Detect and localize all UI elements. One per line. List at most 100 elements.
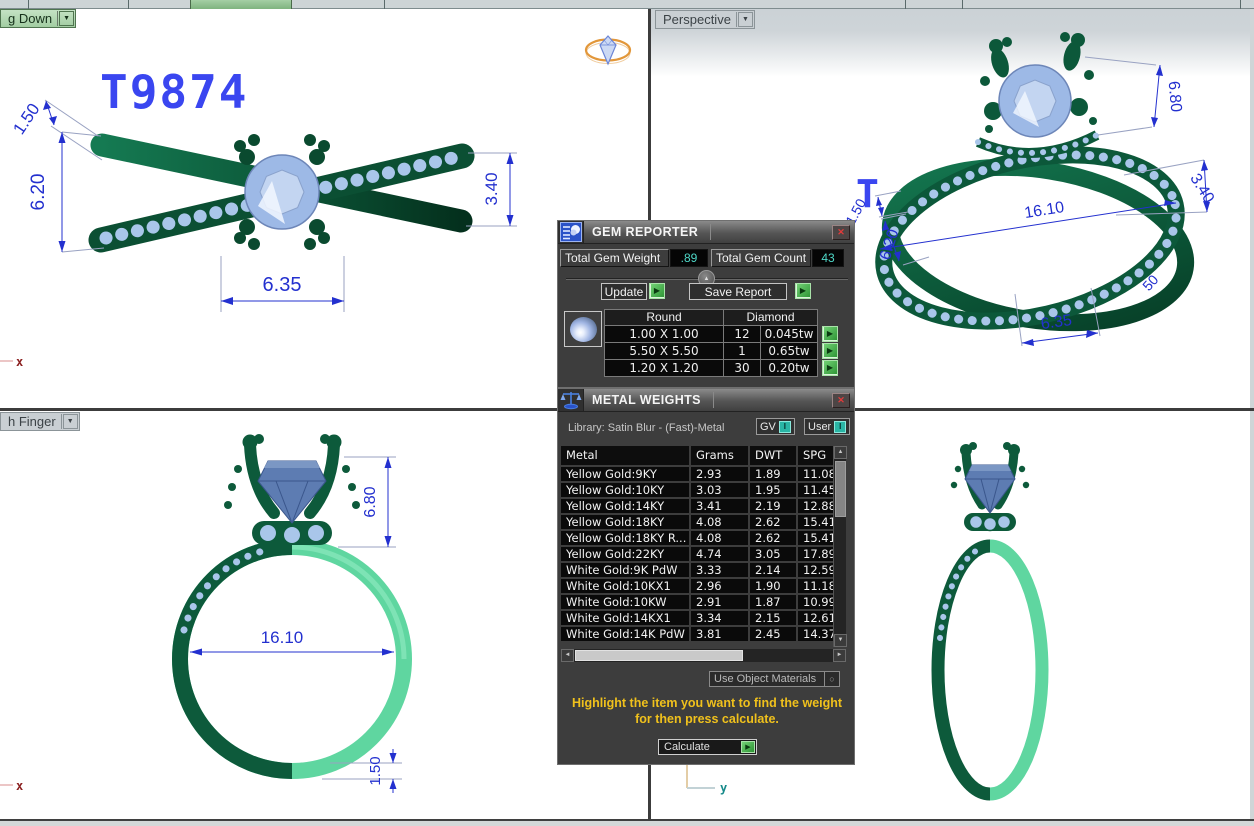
metal-table[interactable]: Metal Grams DWT SPG Yellow Gold:9KY2.931… bbox=[561, 446, 846, 647]
save-report-button[interactable]: Save Report bbox=[689, 283, 787, 300]
metal-row[interactable]: Yellow Gold:14KY3.412.1912.88 bbox=[561, 499, 846, 513]
gem-row-go-icon[interactable]: ▶ bbox=[822, 343, 838, 359]
gem-reporter-header[interactable]: GEM REPORTER ✕ bbox=[558, 221, 854, 244]
axis-indicator: y bbox=[687, 765, 727, 795]
gem-count[interactable]: 1 bbox=[724, 343, 760, 359]
caption-label: g Down bbox=[8, 11, 57, 26]
metal-weights-icon bbox=[558, 389, 584, 411]
ring-front-view bbox=[938, 442, 1042, 794]
metal-row[interactable]: Yellow Gold:18KY R...4.082.6215.41 bbox=[561, 531, 846, 545]
chevron-down-icon[interactable]: ▼ bbox=[63, 414, 78, 429]
scroll-up-icon[interactable]: ▲ bbox=[834, 446, 847, 459]
calculate-button[interactable]: Calculate ▶ bbox=[658, 739, 757, 755]
user-label: User bbox=[808, 421, 831, 433]
total-gem-count-value: 43 bbox=[812, 249, 844, 267]
ring-logo-icon bbox=[586, 36, 630, 64]
update-button[interactable]: Update bbox=[601, 283, 647, 300]
gem-size[interactable]: 1.00 X 1.00 bbox=[605, 326, 723, 342]
update-go-icon[interactable]: ▶ bbox=[649, 283, 665, 299]
ring-top-view bbox=[101, 134, 462, 250]
metal-weights-header[interactable]: METAL WEIGHTS ✕ bbox=[558, 389, 854, 412]
axis-indicator: x bbox=[0, 779, 23, 793]
top-toolbar-strip bbox=[0, 0, 1254, 9]
close-icon[interactable]: ✕ bbox=[832, 225, 850, 240]
library-label: Library: Satin Blur - (Fast)-Metal bbox=[568, 422, 724, 434]
gem-size[interactable]: 1.20 X 1.20 bbox=[605, 360, 723, 376]
use-object-materials-dropdown[interactable]: Use Object Materials ○ bbox=[709, 671, 840, 687]
dim-thickness: 1.50 bbox=[9, 100, 43, 138]
close-icon[interactable]: ✕ bbox=[832, 393, 850, 408]
use-object-materials-label: Use Object Materials bbox=[710, 673, 824, 685]
user-button[interactable]: User I bbox=[804, 418, 850, 435]
viewport-looking-down-canvas[interactable]: T9874 1.50 6.20 3.40 6.35 bbox=[0, 9, 648, 408]
scroll-down-icon[interactable]: ▼ bbox=[834, 634, 847, 647]
dim-center-width: 6.35 bbox=[263, 274, 302, 296]
dim-diameter: 16.10 bbox=[1023, 199, 1065, 222]
x-axis-label: x bbox=[16, 779, 23, 793]
gem-weight[interactable]: 0.20tw bbox=[761, 360, 817, 376]
dim-right-width: 3.40 bbox=[482, 172, 501, 205]
gem-weight[interactable]: 0.045tw bbox=[761, 326, 817, 342]
collapse-up-icon: ▲ bbox=[704, 276, 710, 282]
chevron-down-icon[interactable]: ▼ bbox=[738, 12, 753, 27]
dim-diameter: 16.10 bbox=[261, 628, 304, 647]
calculate-label: Calculate bbox=[659, 741, 741, 753]
gv-label: GV bbox=[760, 421, 776, 433]
save-report-go-icon[interactable]: ▶ bbox=[795, 283, 811, 299]
metal-row[interactable]: Yellow Gold:22KY4.743.0517.89 bbox=[561, 547, 846, 561]
active-tab-fragment[interactable] bbox=[190, 0, 292, 9]
radio-icon[interactable]: ○ bbox=[824, 672, 839, 686]
gem-row-go-icon[interactable]: ▶ bbox=[822, 360, 838, 376]
center-gem bbox=[965, 465, 1015, 513]
gem-col-shape-header: Round bbox=[605, 310, 723, 325]
viewport-caption-perspective[interactable]: Perspective ▼ bbox=[655, 10, 755, 29]
gem-weight[interactable]: 0.65tw bbox=[761, 343, 817, 359]
dim-band: 3.40 bbox=[1186, 171, 1217, 207]
gv-button[interactable]: GV I bbox=[756, 418, 795, 435]
gem-reporter-panel: GEM REPORTER ✕ Total Gem Weight .89 Tota… bbox=[557, 220, 855, 388]
metal-row[interactable]: Yellow Gold:10KY3.031.9511.45 bbox=[561, 483, 846, 497]
gem-count[interactable]: 12 bbox=[724, 326, 760, 342]
horizontal-scrollbar[interactable]: ◄ ► bbox=[561, 649, 846, 662]
dim-thickness: 1.50 bbox=[367, 756, 384, 785]
caption-label: Perspective bbox=[663, 12, 736, 27]
scroll-right-icon[interactable]: ► bbox=[833, 649, 846, 662]
viewport-caption-through-finger[interactable]: h Finger ▼ bbox=[0, 412, 80, 431]
metal-row[interactable]: Yellow Gold:18KY4.082.6215.41 bbox=[561, 515, 846, 529]
metal-row[interactable]: Yellow Gold:9KY2.931.8911.08 bbox=[561, 467, 846, 481]
caption-label: h Finger bbox=[8, 414, 61, 429]
ring-side-view bbox=[180, 434, 404, 771]
col-grams[interactable]: Grams bbox=[691, 446, 748, 465]
hint-line-2: for then press calculate. bbox=[558, 711, 856, 727]
dim-head-height: 6.80 bbox=[1165, 80, 1185, 113]
total-gem-count-label: Total Gem Count bbox=[711, 249, 811, 267]
total-gem-weight-value: .89 bbox=[670, 249, 708, 267]
metal-weights-panel: METAL WEIGHTS ✕ Library: Satin Blur - (F… bbox=[557, 388, 855, 765]
hint-line-1: Highlight the item you want to find the … bbox=[558, 695, 856, 711]
gem-table[interactable]: Round Diamond 1.00 X 1.00 12 0.045tw 5.5… bbox=[604, 309, 818, 377]
ring-perspective-view bbox=[867, 32, 1197, 348]
metal-row[interactable]: White Gold:9K PdW3.332.1412.59 bbox=[561, 563, 846, 577]
metal-row[interactable]: White Gold:14KX13.342.1512.61 bbox=[561, 611, 846, 625]
vertical-scrollbar[interactable]: ▲ ▼ bbox=[833, 446, 846, 647]
gem-reporter-icon bbox=[558, 221, 584, 243]
scroll-thumb[interactable] bbox=[575, 650, 743, 661]
x-axis-label: x bbox=[16, 355, 23, 369]
gem-size[interactable]: 5.50 X 5.50 bbox=[605, 343, 723, 359]
gem-image bbox=[570, 317, 597, 342]
scroll-thumb[interactable] bbox=[835, 461, 846, 517]
gem-thumbnail bbox=[564, 311, 602, 347]
gem-count[interactable]: 30 bbox=[724, 360, 760, 376]
gem-row-go-icon[interactable]: ▶ bbox=[822, 326, 838, 342]
scroll-left-icon[interactable]: ◄ bbox=[561, 649, 574, 662]
viewport-through-finger-canvas[interactable]: 6.80 16.10 1.50 x bbox=[0, 411, 648, 818]
chevron-down-icon[interactable]: ▼ bbox=[59, 11, 74, 26]
gem-col-type-header: Diamond bbox=[724, 310, 817, 325]
metal-row[interactable]: White Gold:10KW2.911.8710.99 bbox=[561, 595, 846, 609]
col-metal[interactable]: Metal bbox=[561, 446, 689, 465]
metal-row[interactable]: White Gold:14K PdW3.812.4514.37 bbox=[561, 627, 846, 641]
col-dwt[interactable]: DWT bbox=[750, 446, 796, 465]
viewport-caption-looking-down[interactable]: g Down ▼ bbox=[0, 9, 76, 28]
metal-weights-title: METAL WEIGHTS bbox=[584, 393, 701, 407]
metal-row[interactable]: White Gold:10KX12.961.9011.18 bbox=[561, 579, 846, 593]
